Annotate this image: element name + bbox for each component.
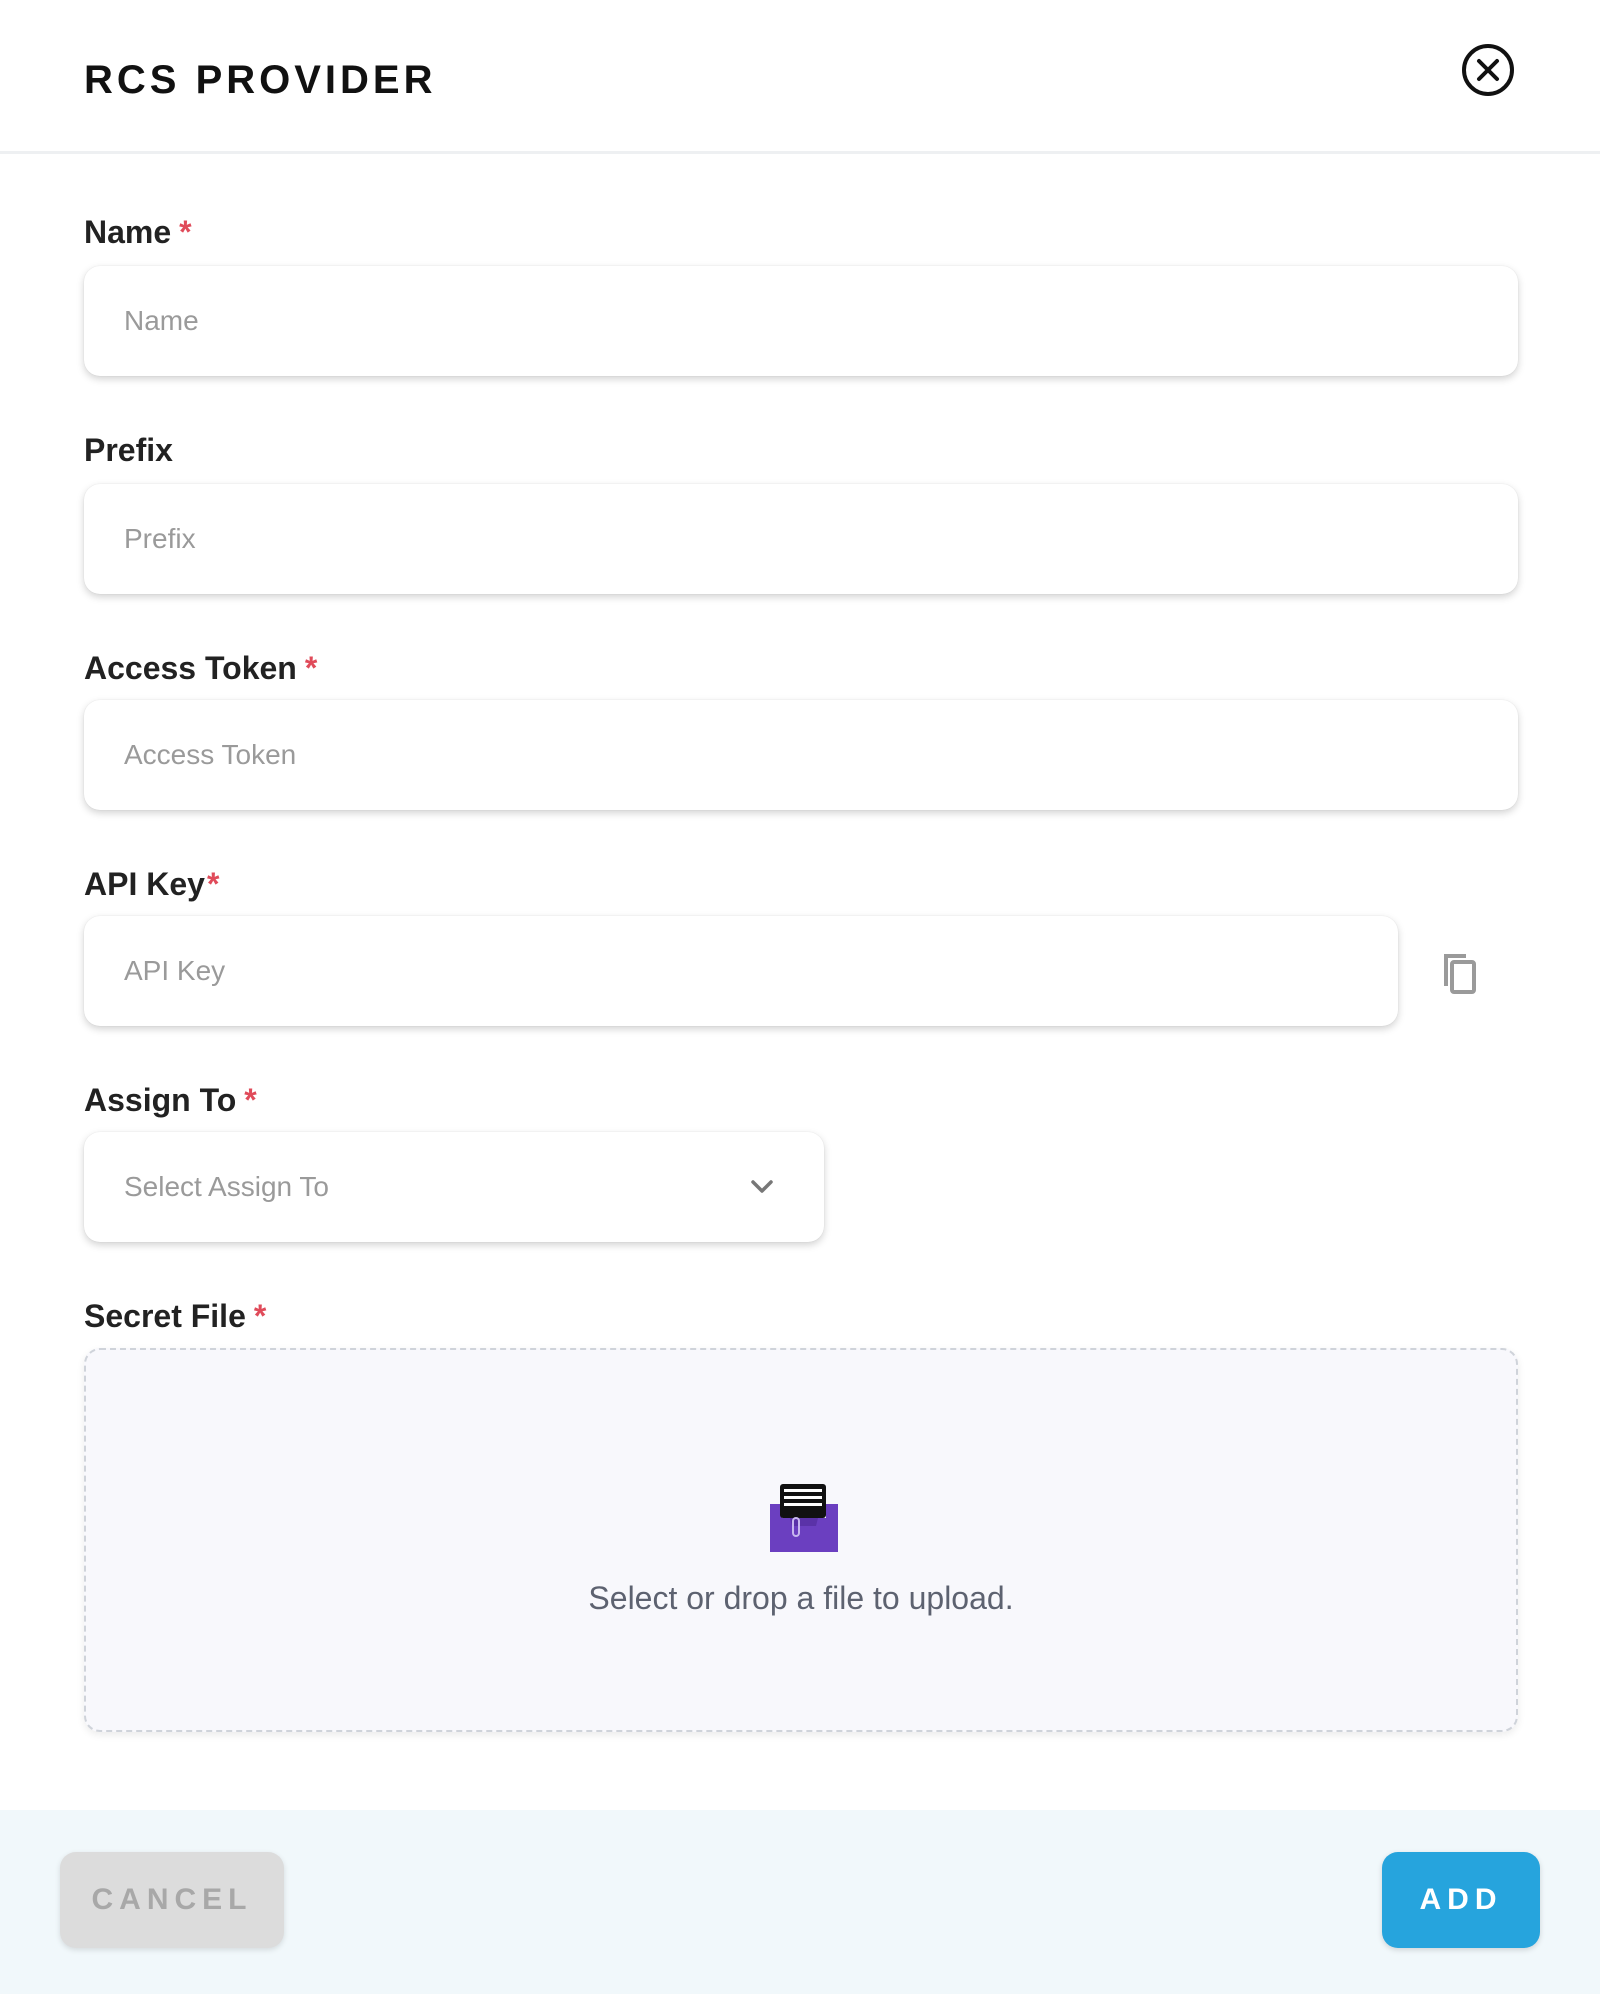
prefix-label-text: Prefix	[84, 432, 173, 468]
api-key-input-wrapper	[84, 916, 1398, 1026]
secret-file-dropzone[interactable]: Select or drop a file to upload.	[84, 1348, 1518, 1732]
copy-icon[interactable]	[1436, 950, 1480, 998]
access-token-input[interactable]	[84, 700, 1518, 810]
prefix-input-wrapper	[84, 484, 1518, 594]
modal-header: RCS PROVIDER	[0, 0, 1600, 154]
assign-to-label: Assign To *	[84, 1080, 257, 1120]
secret-file-required-mark: *	[253, 1298, 267, 1334]
api-key-required-mark: *	[206, 866, 220, 902]
secret-file-label-text: Secret File	[84, 1298, 246, 1334]
modal-footer: CANCEL ADD	[0, 1810, 1600, 1994]
add-button[interactable]: ADD	[1382, 1852, 1540, 1948]
access-token-label: Access Token *	[84, 648, 317, 688]
access-token-input-wrapper	[84, 700, 1518, 810]
dropzone-text: Select or drop a file to upload.	[588, 1580, 1014, 1616]
prefix-label: Prefix	[84, 430, 173, 470]
chevron-down-icon	[751, 1180, 773, 1193]
name-input-wrapper	[84, 266, 1518, 376]
assign-to-label-text: Assign To	[84, 1082, 237, 1118]
close-icon[interactable]	[1460, 42, 1516, 98]
cancel-button[interactable]: CANCEL	[60, 1852, 284, 1948]
modal-title: RCS PROVIDER	[84, 58, 437, 102]
api-key-label-text: API Key	[84, 866, 205, 902]
assign-to-select[interactable]: Select Assign To	[84, 1132, 824, 1242]
access-token-label-text: Access Token	[84, 650, 297, 686]
name-required-mark: *	[179, 214, 192, 250]
name-input[interactable]	[84, 266, 1518, 376]
assign-to-required-mark: *	[244, 1082, 257, 1118]
assign-to-selected-value: Select Assign To	[124, 1171, 329, 1202]
name-label-text: Name	[84, 214, 172, 250]
access-token-required-mark: *	[304, 650, 318, 686]
name-label: Name *	[84, 212, 192, 252]
file-upload-icon	[770, 1484, 838, 1552]
prefix-input[interactable]	[84, 484, 1518, 594]
api-key-input[interactable]	[84, 916, 1398, 1026]
rcs-provider-modal: RCS PROVIDER Name* Prefix Access Token* …	[0, 0, 1600, 1994]
secret-file-label: Secret File *	[84, 1296, 266, 1336]
api-key-label: API Key*	[84, 864, 219, 904]
